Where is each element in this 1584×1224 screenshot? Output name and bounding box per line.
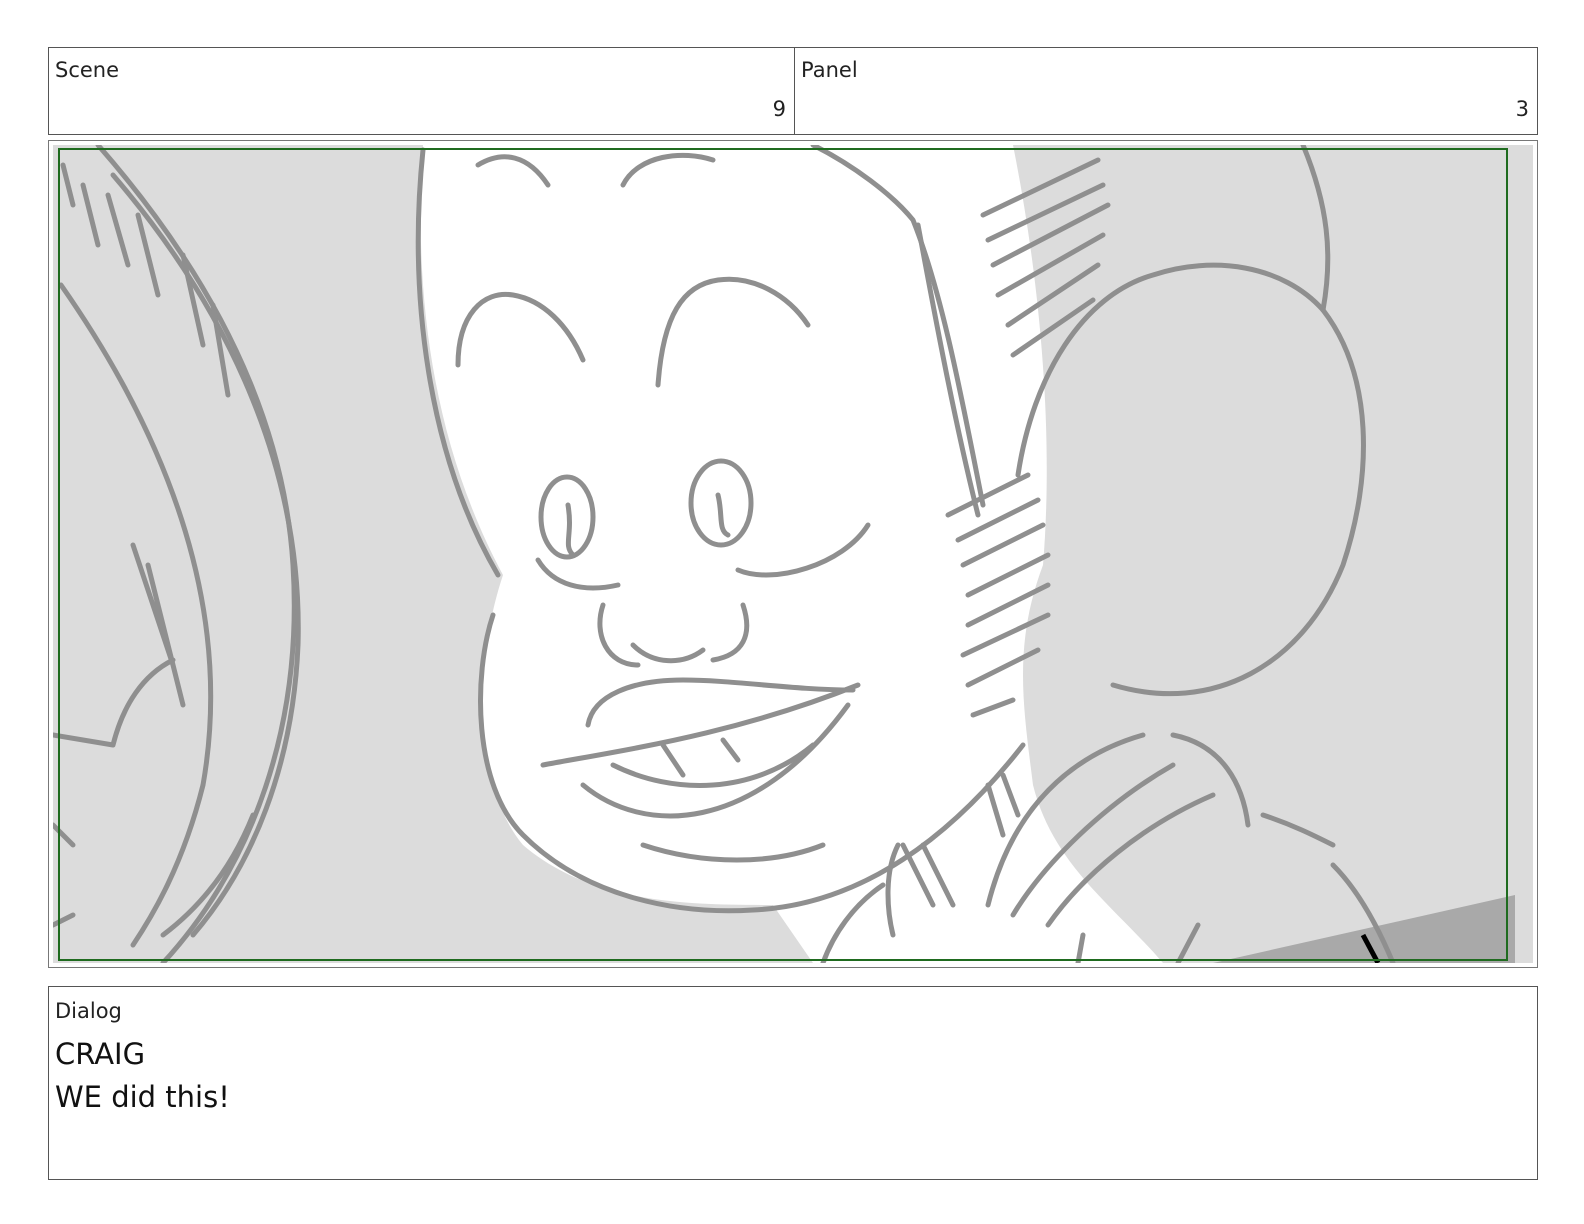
- scene-cell: Scene 9: [49, 48, 795, 134]
- scene-label: Scene: [55, 58, 120, 82]
- panel-frame: [48, 140, 1538, 968]
- storyboard-sketch: [53, 145, 1533, 963]
- panel-number: 3: [1515, 97, 1529, 121]
- dialog-line: WE did this!: [55, 1080, 230, 1114]
- panel-cell: Panel 3: [795, 48, 1537, 134]
- panel-label: Panel: [801, 58, 858, 82]
- shadow-fills: [53, 145, 1533, 963]
- dialog-speaker: CRAIG: [55, 1037, 146, 1071]
- dialog-box: Dialog CRAIG WE did this!: [48, 986, 1538, 1180]
- dialog-label: Dialog: [55, 999, 122, 1023]
- storyboard-header: Scene 9 Panel 3: [48, 47, 1538, 135]
- scene-number: 9: [772, 97, 786, 121]
